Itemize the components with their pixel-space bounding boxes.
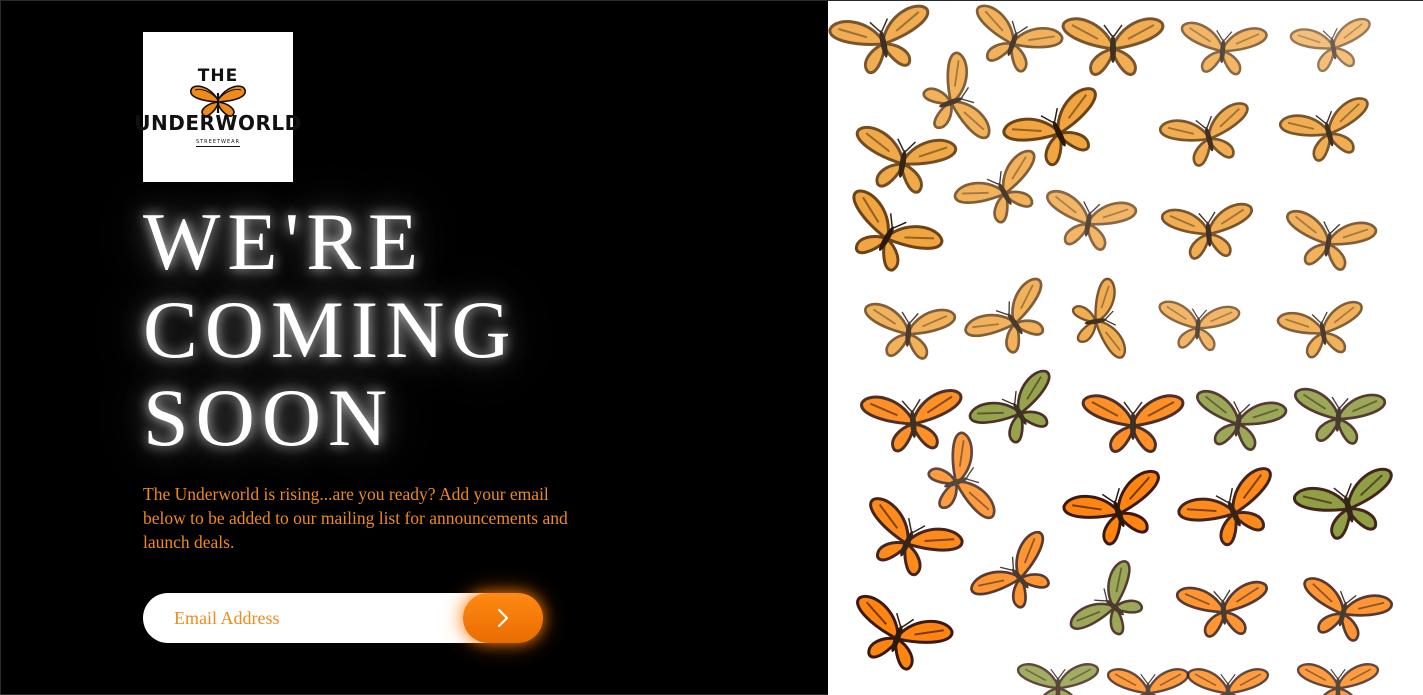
headline-line-1: WE'RE: [143, 196, 426, 287]
butterfly-icon: [1061, 17, 1165, 76]
butterfly-icon: [1296, 663, 1380, 695]
hero-description: The Underworld is rising...are you ready…: [143, 484, 568, 552]
butterfly-icon: [1285, 209, 1377, 271]
butterfly-icon: [1106, 668, 1190, 695]
butterfly-icon: [1289, 18, 1371, 73]
logo-underworld-text: UNDERWORLD: [134, 110, 302, 135]
butterfly-icon: [1277, 301, 1364, 359]
page-title: WE'RE COMING SOON: [143, 198, 663, 462]
brand-logo: THE UNDERWORLD STREETWEAR: [134, 32, 301, 182]
butterfly-icon: [963, 277, 1044, 354]
butterfly-icon: [1045, 189, 1137, 251]
butterfly-icon: [1175, 580, 1268, 638]
submit-button[interactable]: [463, 593, 543, 643]
butterfly-icon: [863, 302, 956, 360]
butterfly-icon: [1071, 277, 1126, 359]
butterfly-gallery-image: [828, 0, 1423, 695]
butterfly-icon: [1062, 469, 1160, 546]
headline-line-2: COMING: [143, 284, 518, 375]
headline-line-3: SOON: [143, 372, 395, 463]
butterfly-icon: [856, 594, 954, 671]
butterfly-icon: [1186, 668, 1270, 695]
butterfly-icon: [969, 530, 1050, 609]
signup-form: [143, 593, 545, 643]
butterfly-icon: [1158, 101, 1249, 167]
butterfly-icon: [1195, 389, 1287, 451]
butterfly-icon: [1016, 663, 1100, 695]
butterfly-icon: [1081, 394, 1185, 453]
email-field[interactable]: [143, 593, 483, 643]
butterfly-icon: [1160, 202, 1253, 260]
butterfly-icon: [1180, 21, 1268, 76]
butterfly-icon: [1158, 300, 1241, 352]
butterfly-icon: [1302, 576, 1393, 642]
chevron-right-icon: [497, 608, 509, 628]
butterfly-icon: [1293, 387, 1386, 445]
logo-the-text: THE: [197, 65, 239, 86]
hero-panel: THE UNDERWORLD STREETWEAR WE'RE COMING S…: [0, 0, 828, 695]
butterfly-icon: [1177, 467, 1272, 547]
logo-tagline: STREETWEAR: [195, 138, 241, 147]
butterfly-icon: [1278, 96, 1369, 162]
butterfly-icon: [1293, 467, 1393, 540]
